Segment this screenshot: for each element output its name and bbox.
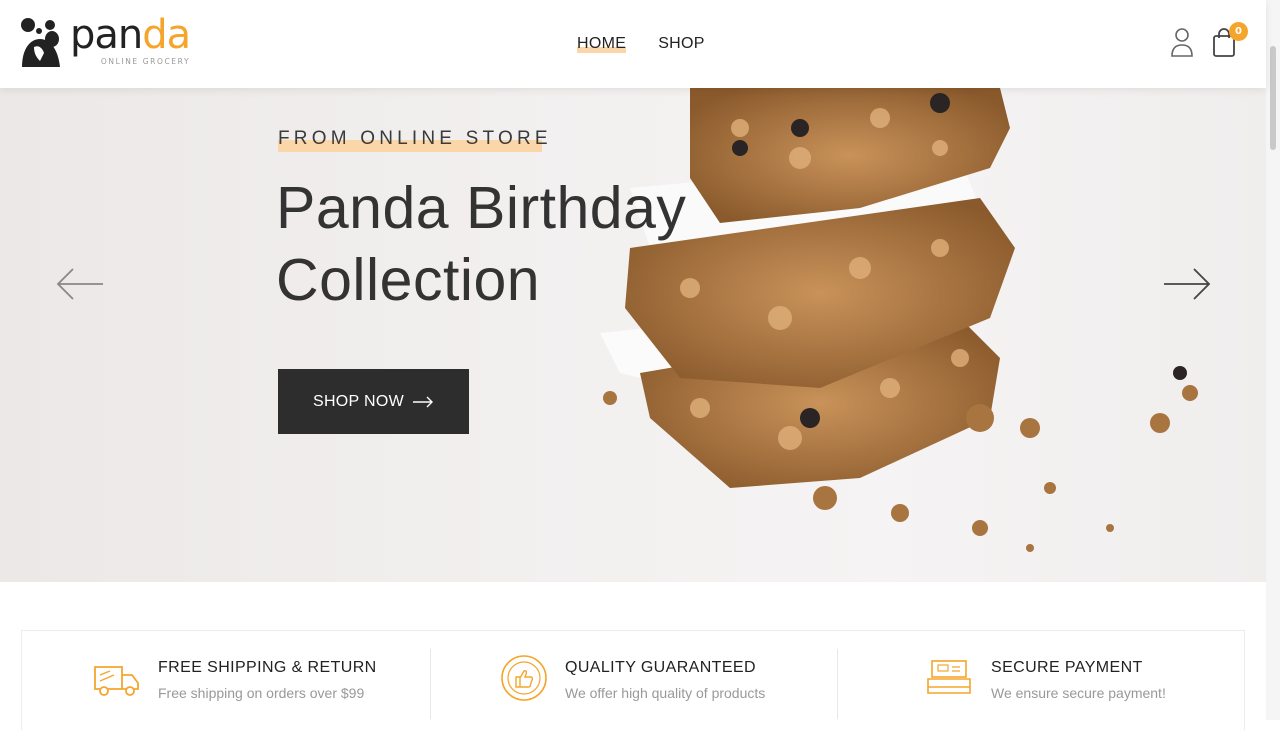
feature-shipping: FREE SHIPPING & RETURN Free shipping on … — [22, 631, 430, 731]
scrollbar-thumb[interactable] — [1270, 46, 1276, 150]
hero-kicker: FROM ONLINE STORE — [278, 128, 552, 149]
shop-now-label: SHOP NOW — [312, 392, 404, 410]
feature-text: We ensure secure payment! — [991, 685, 1166, 701]
granola-bars-image — [600, 88, 1198, 552]
brand-tagline: ONLINE GROCERY — [100, 57, 191, 66]
feature-payment: SECURE PAYMENT We ensure secure payment! — [838, 631, 1246, 731]
cash-register-icon — [927, 660, 971, 694]
brand-logo[interactable]: panda ONLINE GROCERY — [20, 13, 191, 69]
feature-title: QUALITY GUARANTEED — [565, 659, 756, 676]
feature-quality: QUALITY GUARANTEED We offer high quality… — [431, 631, 838, 731]
brand-wordmark: panda — [70, 12, 191, 58]
hero-title-line1: Panda Birthday — [276, 175, 687, 241]
site-header: panda ONLINE GROCERY HOME SHOP 0 — [0, 0, 1266, 88]
arrow-left-icon[interactable] — [55, 264, 105, 304]
truck-icon — [94, 666, 139, 696]
header-actions: 0 — [1170, 22, 1248, 62]
nav-item-shop[interactable]: SHOP — [658, 35, 705, 53]
cart-button[interactable]: 0 — [1212, 22, 1248, 62]
panda-logo-icon — [21, 18, 60, 67]
feature-text: We offer high quality of products — [565, 685, 766, 701]
hero-title: Panda Birthday Collection — [276, 172, 686, 316]
hero-slider: FROM ONLINE STORE Panda Birthday Collect… — [0, 88, 1266, 582]
thumbs-up-badge-icon — [501, 655, 547, 701]
arrow-right-icon[interactable] — [1162, 264, 1212, 304]
nav-item-home[interactable]: HOME — [577, 35, 627, 53]
feature-text: Free shipping on orders over $99 — [158, 685, 365, 701]
arrow-right-small-icon — [413, 396, 433, 407]
cart-count-badge: 0 — [1229, 22, 1248, 41]
features-strip: FREE SHIPPING & RETURN Free shipping on … — [21, 630, 1245, 730]
shop-now-button[interactable]: SHOP NOW — [278, 369, 469, 434]
main-nav: HOME SHOP — [577, 35, 705, 53]
feature-title: FREE SHIPPING & RETURN — [158, 659, 377, 676]
feature-title: SECURE PAYMENT — [991, 659, 1143, 676]
user-icon[interactable] — [1170, 26, 1194, 62]
hero-title-line2: Collection — [276, 247, 541, 313]
page-scrollbar[interactable] — [1266, 0, 1280, 720]
